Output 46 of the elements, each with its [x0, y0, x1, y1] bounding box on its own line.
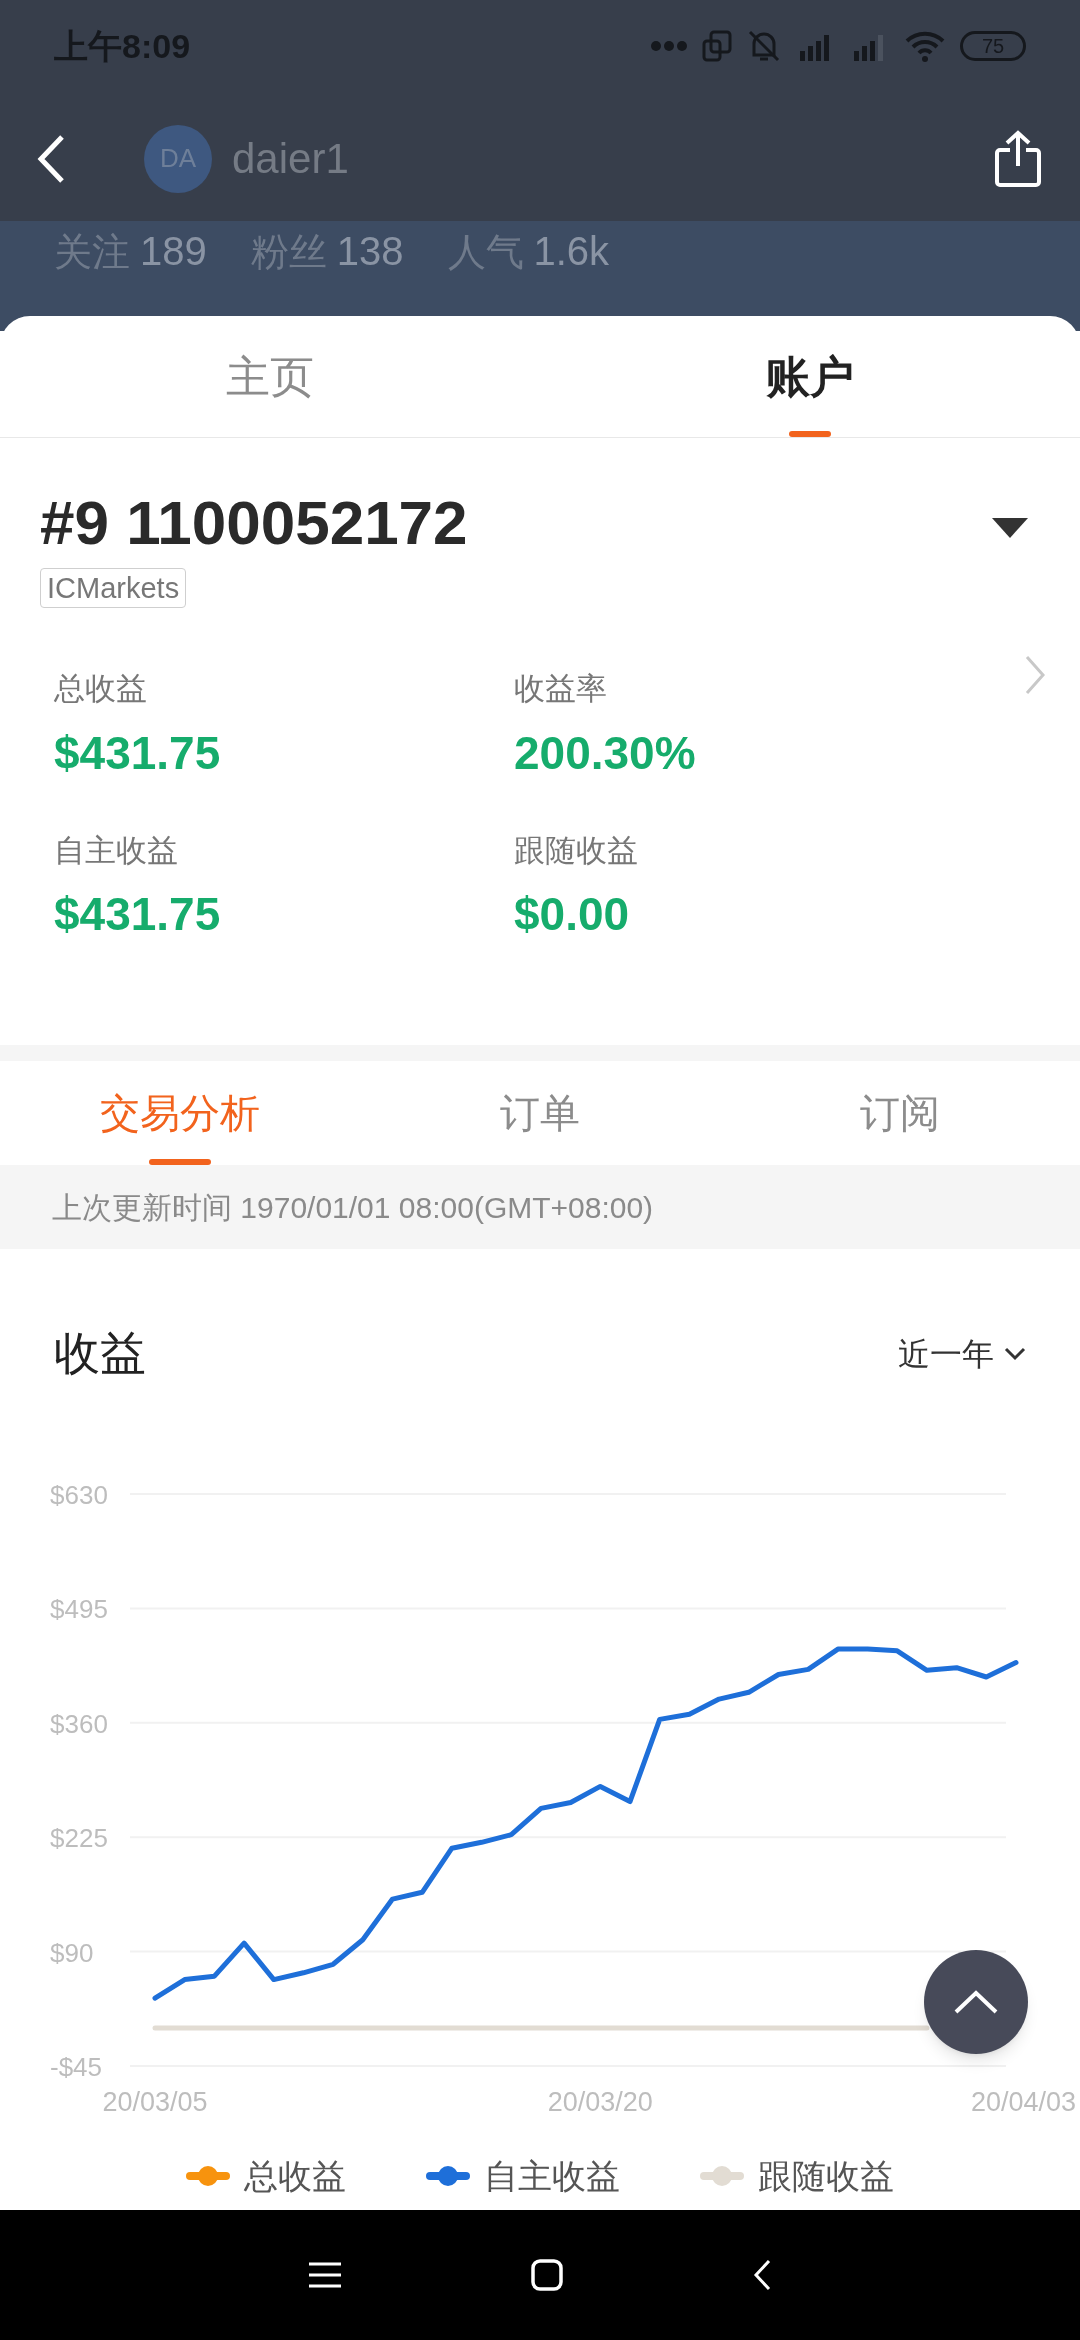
wifi-icon	[904, 29, 946, 63]
muted-bell-icon	[746, 29, 782, 63]
metric-label: 总收益	[54, 670, 148, 708]
chart-title: 收益	[54, 1326, 146, 1381]
stat-value: 189	[140, 228, 207, 275]
legend-label: 总收益	[244, 2156, 346, 2196]
home-icon[interactable]	[531, 2259, 563, 2291]
tab[interactable]: 主页	[0, 316, 540, 437]
metric-label: 自主收益	[54, 831, 179, 870]
tab[interactable]: 订单	[360, 1061, 720, 1165]
chevron-up-icon	[953, 1989, 999, 2015]
dropdown-icon[interactable]	[992, 518, 1028, 538]
period-dropdown[interactable]: 近一年	[898, 1329, 1026, 1378]
share-button[interactable]	[992, 128, 1044, 189]
back-icon[interactable]	[753, 2259, 771, 2291]
metric-value: $431.75	[54, 887, 222, 942]
broker-tag: ICMarkets	[40, 568, 187, 608]
screen-icon	[702, 30, 732, 62]
tab[interactable]: 交易分析	[0, 1061, 360, 1165]
x-axis-label: 20/03/20	[547, 2087, 653, 2116]
legend-label: 自主收益	[484, 2156, 620, 2196]
metric-label: 收益率	[514, 670, 608, 708]
tab[interactable]: 账户	[540, 316, 1080, 437]
chevron-down-icon	[1004, 1346, 1026, 1361]
y-axis-label: $225	[50, 1823, 108, 1854]
y-axis-label: -$45	[50, 2052, 103, 2082]
metric-value: 200.30%	[514, 725, 697, 781]
metric-value: $431.75	[54, 725, 222, 781]
stat-value: 138	[336, 228, 404, 275]
x-axis-label: 20/03/05	[102, 2087, 208, 2116]
share-icon	[994, 129, 1042, 188]
stat-value: 1.6k	[533, 228, 610, 275]
account-title: #9 1100052172	[40, 492, 468, 554]
tab[interactable]: 订阅	[720, 1061, 1080, 1165]
metric-value: $0.00	[514, 887, 631, 942]
y-axis-label: $630	[50, 1480, 108, 1510]
metric-label: 跟随收益	[514, 831, 639, 870]
x-axis-label: 20/04/03	[970, 2087, 1076, 2116]
y-axis-label: $360	[50, 1708, 108, 1739]
username: daier1	[232, 134, 349, 184]
update-time: 上次更新时间 1970/01/01 08:00(GMT+08:00)	[52, 1189, 654, 1226]
y-axis-label: $495	[50, 1594, 108, 1625]
more-icon	[650, 40, 688, 52]
menu-icon[interactable]	[309, 2261, 341, 2289]
y-axis-label: $90	[50, 1937, 94, 1968]
legend-label: 跟随收益	[758, 2156, 894, 2196]
